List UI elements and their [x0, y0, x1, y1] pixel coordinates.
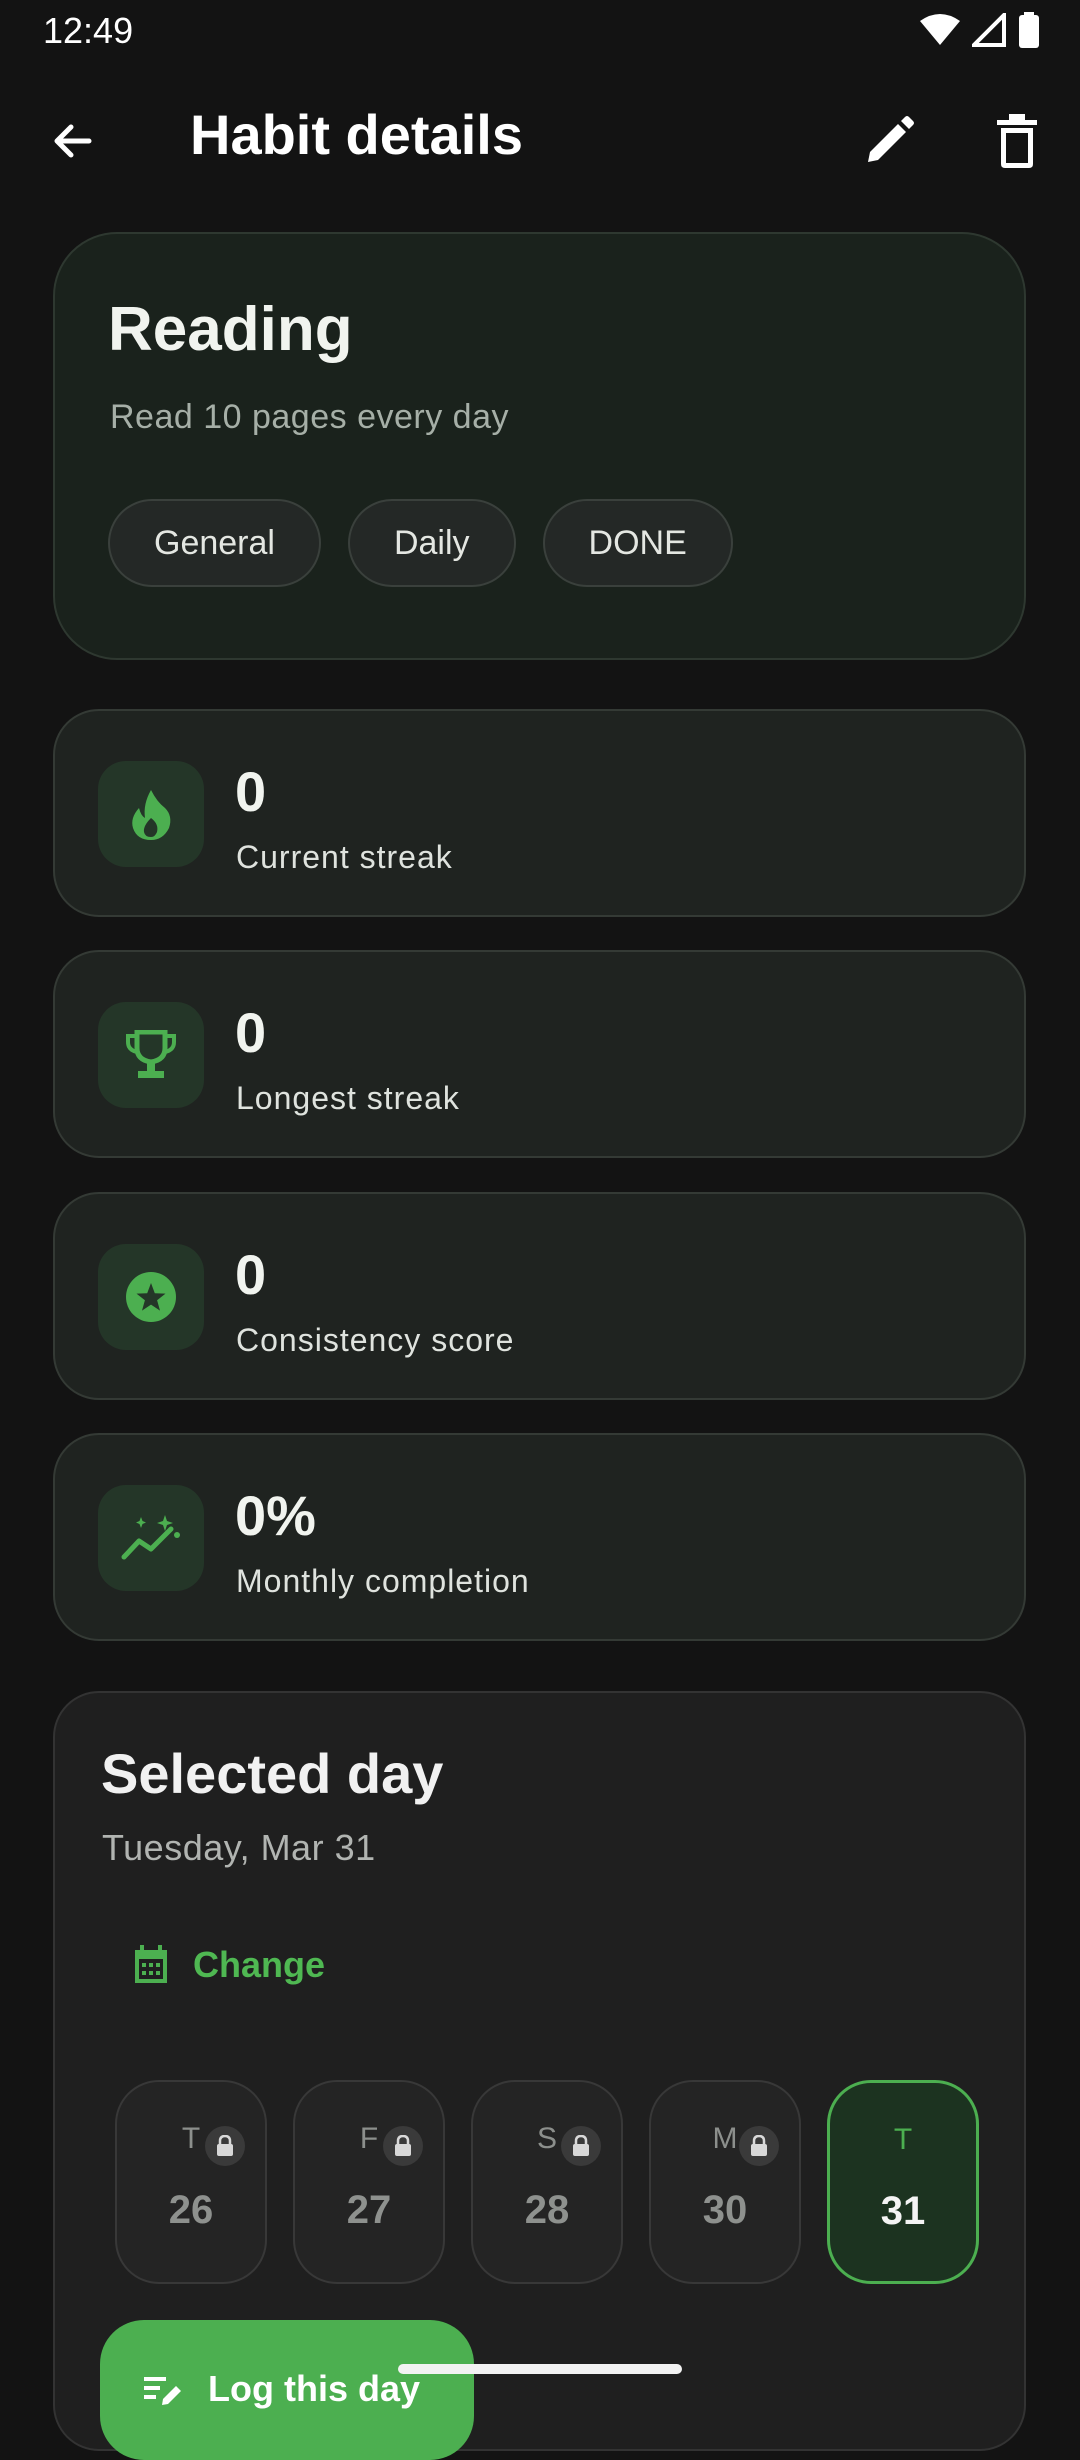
wifi-icon: [920, 14, 960, 45]
battery-icon: [1019, 12, 1039, 48]
day-number: 28: [524, 2188, 570, 2232]
day-tile[interactable]: F 27: [293, 2080, 445, 2284]
selected-day-date: Tuesday, Mar 31: [102, 1827, 376, 1868]
stat-value: 0: [235, 1243, 267, 1306]
stat-value: 0%: [235, 1484, 316, 1547]
day-number: 30: [702, 2188, 748, 2232]
day-letter: T: [893, 2123, 913, 2156]
stat-value: 0: [235, 760, 267, 823]
day-tile[interactable]: T 26: [115, 2080, 267, 2284]
habit-chips: General Daily DONE: [108, 499, 733, 587]
log-day-button[interactable]: Log this day: [100, 2320, 474, 2460]
status-time: 12:49: [43, 10, 134, 51]
stat-icon-box: [98, 1244, 204, 1350]
edit-button[interactable]: [852, 104, 926, 178]
change-date-label: Change: [193, 1944, 326, 1985]
stat-value: 0: [235, 1001, 267, 1064]
star-icon: [126, 1272, 176, 1322]
chip-frequency: Daily: [347, 499, 516, 587]
day-selector: T 26 F 27 S 28 M 30 T 31: [115, 2080, 979, 2284]
stat-label: Longest streak: [236, 1080, 460, 1116]
pencil-icon: [868, 116, 914, 162]
selected-day-title: Selected day: [101, 1742, 444, 1805]
trash-icon: [997, 114, 1037, 168]
day-tile-selected[interactable]: T 31: [827, 2080, 979, 2284]
back-button[interactable]: [36, 104, 110, 178]
chip-status: DONE: [542, 499, 733, 587]
stat-label: Monthly completion: [236, 1563, 530, 1599]
arrow-left-icon: [54, 124, 92, 158]
stat-label: Consistency score: [236, 1322, 515, 1358]
day-number: 26: [168, 2188, 214, 2232]
stat-icon-box: [98, 1485, 204, 1591]
calendar-icon: [135, 1945, 167, 1983]
day-tile[interactable]: M 30: [649, 2080, 801, 2284]
change-date-button[interactable]: Change: [133, 1925, 325, 2005]
day-number: 27: [346, 2188, 392, 2232]
log-day-content: Log this day: [144, 2368, 420, 2410]
status-bar: 12:49: [0, 0, 1080, 62]
stat-card-longest-streak: 0 Longest streak: [53, 950, 1026, 1158]
flame-icon: [132, 790, 171, 840]
lock-icon: [561, 2126, 601, 2166]
stat-card-consistency-score: 0 Consistency score: [53, 1192, 1026, 1400]
trend-icon: [121, 1515, 180, 1560]
day-tile[interactable]: S 28: [471, 2080, 623, 2284]
stat-icon-box: [98, 761, 204, 867]
stat-card-current-streak: 0 Current streak: [53, 709, 1026, 917]
signal-icon: [972, 13, 1006, 47]
lock-icon: [739, 2126, 779, 2166]
status-icons: [920, 12, 1040, 48]
chip-category: General: [108, 499, 321, 587]
lock-icon: [205, 2126, 245, 2166]
stat-card-monthly-completion: 0% Monthly completion: [53, 1433, 1026, 1641]
edit-note-icon: [144, 2377, 181, 2405]
log-day-label: Log this day: [208, 2368, 421, 2409]
day-number: 31: [880, 2189, 926, 2233]
page-title: Habit details: [190, 103, 523, 166]
stat-label: Current streak: [236, 839, 453, 875]
lock-icon: [383, 2126, 423, 2166]
habit-summary-card: Reading Read 10 pages every day General …: [53, 232, 1026, 660]
app-bar: Habit details: [0, 80, 1080, 192]
delete-button[interactable]: [980, 104, 1054, 178]
habit-description: Read 10 pages every day: [110, 398, 509, 436]
home-indicator[interactable]: [398, 2364, 682, 2374]
trophy-icon: [126, 1030, 176, 1078]
habit-name: Reading: [108, 295, 353, 364]
stat-icon-box: [98, 1002, 204, 1108]
